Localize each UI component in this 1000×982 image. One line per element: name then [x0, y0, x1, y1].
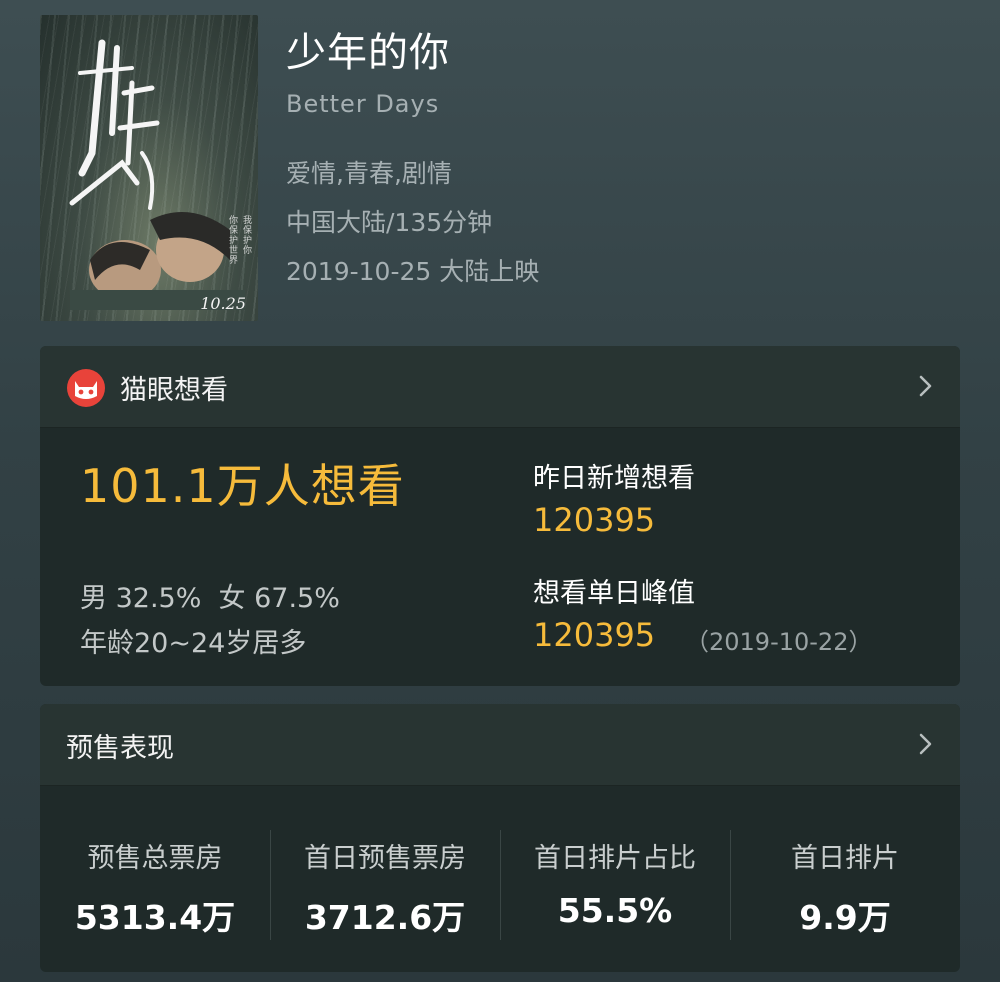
presale-card-header[interactable]: 预售表现 — [40, 704, 960, 786]
want-total-count: 101.1万人想看 — [80, 459, 405, 513]
presale-stats-row: 预售总票房 5313.4万 首日预售票房 3712.6万 首日排片占比 55.5… — [40, 786, 960, 972]
movie-poster[interactable]: 你保护世界 我保护你 10.25 — [40, 15, 258, 321]
poster-date-text: 10.25 — [200, 294, 246, 313]
stat-label: 首日排片 — [791, 843, 899, 874]
want-to-watch-card: 猫眼想看 101.1万人想看 男 32.5% 女 67.5% 年龄20~24岁居… — [40, 346, 960, 686]
presale-card: 预售表现 预售总票房 5313.4万 首日预售票房 3712.6万 首日排片占比… — [40, 704, 960, 972]
presale-stat: 首日排片 9.9万 — [730, 786, 960, 972]
presale-stat: 预售总票房 5313.4万 — [40, 786, 270, 972]
stat-value: 3712.6万 — [304, 898, 466, 937]
daily-peak-date: （2019-10-22） — [685, 628, 873, 656]
movie-title: 少年的你 — [286, 30, 450, 76]
presale-stat: 首日预售票房 3712.6万 — [270, 786, 500, 972]
poster-tagline-2: 我保护你 — [241, 215, 251, 255]
stat-value: 9.9万 — [799, 898, 891, 937]
chevron-right-icon[interactable] — [918, 374, 934, 398]
age-group: 年龄20~24岁居多 — [80, 628, 307, 659]
poster-calligraphy-art — [69, 39, 160, 210]
movie-region-duration: 中国大陆/135分钟 — [286, 208, 493, 237]
stat-label: 预售总票房 — [87, 843, 223, 874]
chevron-right-icon[interactable] — [918, 732, 934, 756]
want-card-header[interactable]: 猫眼想看 — [40, 346, 960, 428]
movie-genres: 爱情,青春,剧情 — [286, 159, 452, 188]
movie-english-title: Better Days — [286, 90, 440, 118]
want-card-title: 猫眼想看 — [120, 375, 228, 406]
stat-label: 首日预售票房 — [304, 843, 466, 874]
stat-label: 首日排片占比 — [534, 843, 696, 874]
poster-tagline-1: 你保护世界 — [227, 215, 237, 265]
daily-peak-label: 想看单日峰值 — [533, 578, 695, 609]
stat-value: 55.5% — [557, 891, 673, 930]
presale-card-title: 预售表现 — [66, 733, 174, 764]
stat-value: 5313.4万 — [74, 898, 236, 937]
maoyan-cat-icon — [67, 369, 105, 407]
daily-peak-value: 120395 — [533, 616, 656, 654]
yesterday-new-label: 昨日新增想看 — [533, 463, 695, 494]
movie-release-date: 2019-10-25 大陆上映 — [286, 257, 540, 286]
presale-stat: 首日排片占比 55.5% — [500, 786, 730, 972]
yesterday-new-value: 120395 — [533, 501, 656, 539]
gender-ratio: 男 32.5% 女 67.5% — [80, 583, 340, 614]
